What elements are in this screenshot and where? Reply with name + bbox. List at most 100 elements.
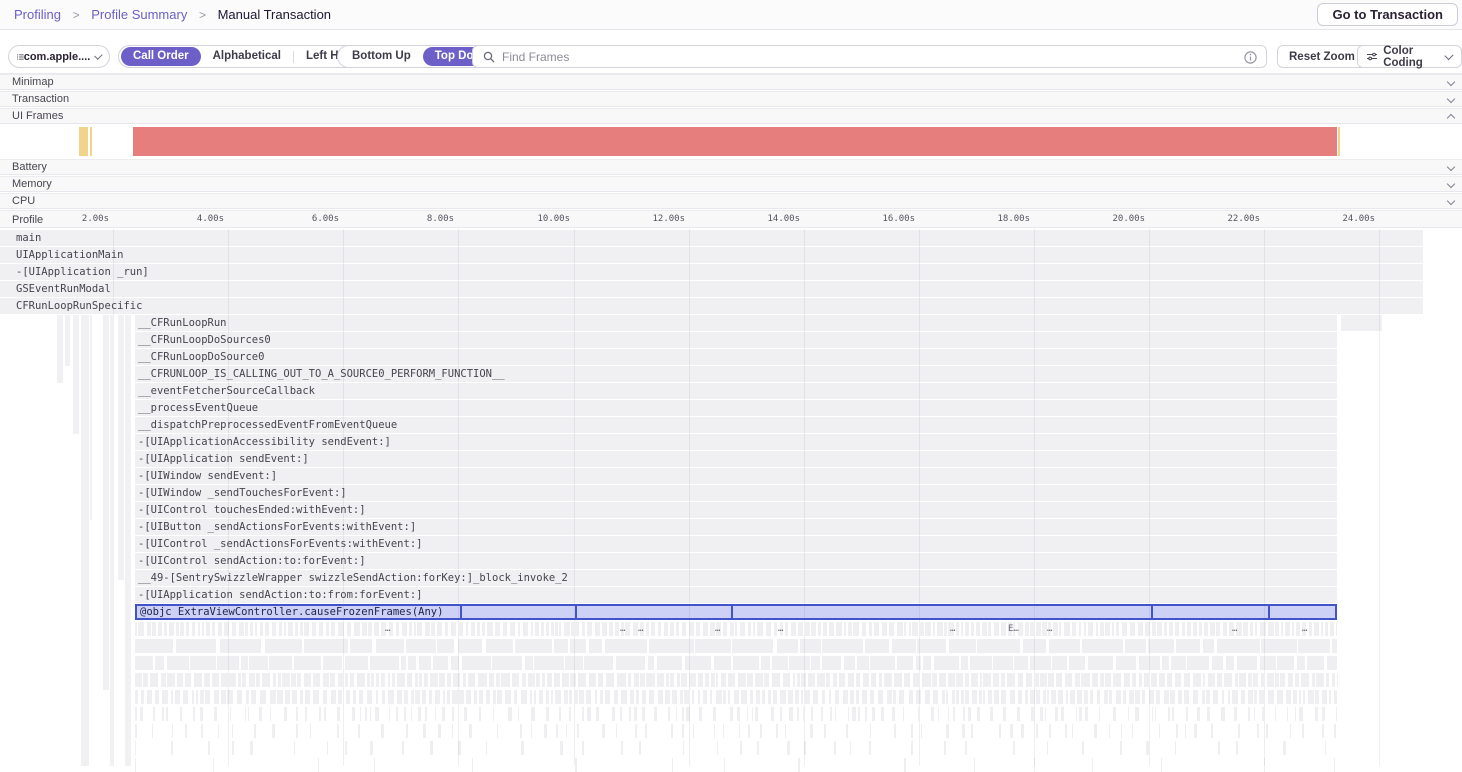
flame-frame[interactable]	[768, 690, 771, 704]
flame-frame[interactable]	[564, 622, 570, 636]
flame-frame[interactable]	[1186, 707, 1188, 721]
flame-frame[interactable]	[1208, 673, 1216, 687]
flame-frame[interactable]	[636, 690, 640, 704]
flame-frame[interactable]	[424, 673, 428, 687]
flame-frame[interactable]	[774, 622, 777, 636]
flame-frame[interactable]	[824, 724, 826, 738]
flame-frame[interactable]	[214, 707, 217, 721]
flame-frame[interactable]	[110, 315, 113, 766]
flame-frame[interactable]	[246, 690, 249, 704]
flame-frame[interactable]: __CFRunLoopRun	[135, 315, 1337, 331]
flame-frame[interactable]	[1135, 690, 1140, 704]
flame-frame[interactable]	[1100, 622, 1104, 636]
flame-frame[interactable]	[176, 639, 216, 653]
flame-frame[interactable]	[152, 622, 156, 636]
flame-frame[interactable]	[899, 690, 905, 704]
flame-frame[interactable]	[683, 741, 685, 755]
flame-frame[interactable]	[1175, 673, 1181, 687]
flame-frame[interactable]	[1001, 673, 1005, 687]
flame-frame[interactable]	[961, 690, 964, 704]
flame-frame[interactable]	[1053, 622, 1059, 636]
flame-frame[interactable]	[879, 673, 882, 687]
flame-frame[interactable]	[887, 690, 892, 704]
flame-frame[interactable]	[942, 690, 945, 704]
flame-frame[interactable]	[435, 690, 439, 704]
flame-frame[interactable]	[630, 690, 633, 704]
flame-frame[interactable]	[1116, 656, 1137, 670]
flame-frame[interactable]	[1072, 622, 1076, 636]
flame-frame[interactable]	[1144, 673, 1149, 687]
flame-frame[interactable]	[417, 622, 423, 636]
flame-frame[interactable]	[313, 690, 319, 704]
flame-frame[interactable]	[684, 690, 689, 704]
flame-frame[interactable]	[721, 673, 726, 687]
flame-frame[interactable]	[232, 622, 237, 636]
flame-frame[interactable]	[869, 622, 872, 636]
flame-frame[interactable]	[1018, 673, 1023, 687]
track-memory[interactable]: Memory	[0, 176, 1462, 192]
flame-frame[interactable]	[582, 707, 584, 721]
flame-frame[interactable]	[717, 741, 719, 755]
flame-frame[interactable]	[962, 724, 964, 738]
flame-frame[interactable]	[560, 741, 563, 755]
flame-frame[interactable]	[135, 673, 142, 687]
flame-frame[interactable]	[741, 690, 747, 704]
flame-frame[interactable]	[453, 673, 460, 687]
flame-frame[interactable]	[1151, 673, 1157, 687]
flame-frame[interactable]	[649, 690, 655, 704]
flame-frame[interactable]	[968, 707, 971, 721]
flame-frame[interactable]	[458, 639, 482, 653]
flame-frame[interactable]	[1167, 673, 1173, 687]
flame-frame[interactable]	[458, 741, 461, 755]
flame-frame[interactable]	[1327, 656, 1337, 670]
flame-frame[interactable]	[451, 656, 459, 670]
flame-frame[interactable]	[1061, 707, 1064, 721]
flame-frame[interactable]	[894, 673, 902, 687]
flame-frame[interactable]	[748, 724, 750, 738]
flame-frame[interactable]	[801, 690, 803, 704]
flame-frame[interactable]	[578, 673, 587, 687]
flame-frame[interactable]	[381, 724, 384, 738]
flame-frame[interactable]	[492, 656, 522, 670]
sort-alphabetical-button[interactable]: Alphabetical	[201, 47, 293, 66]
flame-frame[interactable]	[1217, 673, 1221, 687]
flame-frame[interactable]	[893, 690, 896, 704]
flame-frame[interactable]	[582, 741, 584, 755]
flame-frame[interactable]	[904, 673, 909, 687]
flame-frame[interactable]	[135, 622, 137, 636]
flame-frame[interactable]	[1286, 690, 1291, 704]
flame-frame[interactable]	[192, 622, 195, 636]
flame-frame[interactable]	[686, 707, 689, 721]
flame-frame[interactable]	[728, 673, 734, 687]
flame-frame[interactable]	[909, 690, 913, 704]
flame-frame[interactable]	[135, 724, 137, 738]
flame-frame[interactable]	[909, 622, 911, 636]
flame-frame[interactable]	[478, 673, 487, 687]
flame-frame[interactable]	[865, 639, 889, 653]
flame-frame[interactable]	[479, 707, 481, 721]
flame-frame[interactable]	[1040, 673, 1047, 687]
flame-frame[interactable]	[206, 622, 210, 636]
flame-frame[interactable]	[874, 622, 880, 636]
flame-frame[interactable]	[554, 673, 560, 687]
flame-frame[interactable]	[1157, 622, 1162, 636]
flame-frame[interactable]	[347, 622, 351, 636]
flame-frame[interactable]: -[UIApplication _run]	[0, 264, 1423, 280]
flame-frame[interactable]	[1277, 690, 1283, 704]
flame-frame[interactable]	[1109, 690, 1112, 704]
flame-frame[interactable]	[1283, 741, 1286, 755]
flame-frame[interactable]	[634, 707, 638, 721]
flame-frame[interactable]	[1161, 758, 1162, 772]
flame-frame[interactable]	[205, 690, 210, 704]
flame-frame[interactable]	[739, 724, 740, 738]
flame-frame[interactable]	[381, 673, 385, 687]
reset-zoom-button[interactable]: Reset Zoom	[1277, 45, 1367, 68]
flame-frame[interactable]	[672, 690, 677, 704]
flame-frame[interactable]	[248, 707, 249, 721]
flame-frame[interactable]	[1058, 690, 1063, 704]
flame-frame[interactable]	[227, 690, 233, 704]
flame-frame[interactable]: __eventFetcherSourceCallback	[135, 383, 1337, 399]
flame-frame[interactable]	[605, 690, 610, 704]
flame-frame[interactable]	[1261, 639, 1296, 653]
flame-frame[interactable]	[1236, 741, 1239, 755]
